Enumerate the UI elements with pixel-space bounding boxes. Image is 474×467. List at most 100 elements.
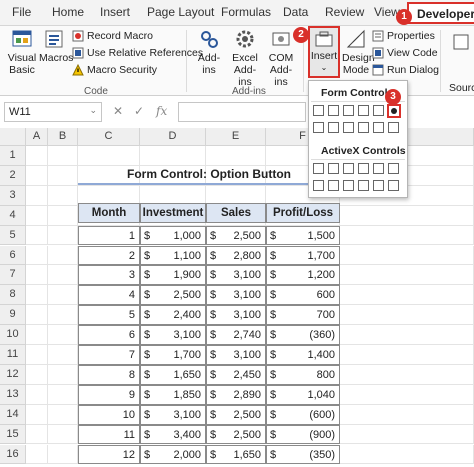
row-header[interactable]: 10 — [0, 325, 26, 345]
grid-cell[interactable] — [340, 325, 474, 345]
grid-cell[interactable] — [26, 265, 48, 286]
button-control-icon[interactable] — [313, 105, 324, 116]
grid-cell[interactable] — [140, 146, 206, 166]
command-button-control-icon[interactable] — [313, 163, 324, 174]
name-box[interactable]: W11 ⌄ — [4, 102, 102, 122]
grid-cell[interactable] — [48, 305, 78, 326]
grid-cell[interactable] — [340, 265, 474, 286]
grid-cell[interactable] — [48, 364, 78, 385]
grid-cell[interactable] — [48, 205, 78, 226]
column-header-d[interactable]: D — [140, 128, 206, 146]
label-control-icon[interactable] — [328, 122, 339, 133]
column-header-a[interactable]: A — [26, 128, 48, 146]
row-header[interactable]: 3 — [0, 185, 26, 206]
cell-investment[interactable]: $2,400 — [140, 305, 206, 326]
grid-cell[interactable] — [48, 245, 78, 266]
grid-cell[interactable] — [340, 225, 474, 246]
grid-cell[interactable] — [78, 146, 140, 166]
cell-month[interactable]: 11 — [78, 424, 140, 445]
cell-investment[interactable]: $3,100 — [140, 404, 206, 425]
cell-investment[interactable]: $1,650 — [140, 364, 206, 385]
grid-cell[interactable] — [26, 205, 48, 226]
grid-cell[interactable] — [48, 146, 78, 166]
addins-button[interactable]: Add-ins — [194, 28, 224, 76]
cell-month[interactable]: 10 — [78, 404, 140, 425]
grid-cell[interactable] — [26, 305, 48, 326]
grid-cell[interactable] — [340, 285, 474, 306]
row-header[interactable]: 15 — [0, 424, 26, 445]
grid-cell[interactable] — [26, 404, 48, 425]
combo-dropdown-control-icon[interactable] — [388, 122, 399, 133]
cell-month[interactable]: 9 — [78, 384, 140, 405]
checkbox-control-icon[interactable] — [343, 105, 354, 116]
list-box-control-icon[interactable] — [358, 163, 369, 174]
grid-cell[interactable] — [340, 424, 474, 445]
cell-sales[interactable]: $3,100 — [206, 285, 266, 306]
insert-controls-button[interactable]: Insert ⌄ — [308, 26, 340, 78]
tab-developer[interactable]: Developer — [407, 2, 474, 24]
cancel-icon[interactable]: ✕ — [113, 104, 123, 118]
row-header[interactable]: 9 — [0, 305, 26, 326]
cell-investment[interactable]: $1,000 — [140, 225, 206, 246]
grid-cell[interactable] — [340, 305, 474, 326]
relative-references-button[interactable]: Use Relative References — [72, 47, 203, 59]
cell-investment[interactable]: $1,700 — [140, 345, 206, 365]
grid-cell[interactable] — [26, 345, 48, 365]
grid-cell[interactable] — [340, 245, 474, 266]
row-header[interactable]: 14 — [0, 404, 26, 425]
text-box-control-icon[interactable] — [373, 163, 384, 174]
row-header[interactable]: 5 — [0, 225, 26, 246]
grid-cell[interactable] — [26, 225, 48, 246]
cell-investment[interactable]: $2,500 — [140, 285, 206, 306]
cell-investment[interactable]: $1,900 — [140, 265, 206, 286]
grid-cell[interactable] — [26, 444, 48, 465]
grid-cell[interactable] — [340, 404, 474, 425]
grid-cell[interactable] — [48, 165, 78, 186]
grid-cell[interactable] — [26, 285, 48, 306]
grid-cell[interactable] — [48, 404, 78, 425]
grid-cell[interactable] — [340, 444, 474, 465]
cell-profit-loss[interactable]: $1,500 — [266, 225, 340, 246]
grid-cell[interactable] — [26, 325, 48, 345]
grid-cell[interactable] — [340, 205, 474, 226]
cell-month[interactable]: 2 — [78, 245, 140, 266]
grid-cell[interactable] — [26, 424, 48, 445]
cell-month[interactable]: 4 — [78, 285, 140, 306]
row-header[interactable]: 2 — [0, 165, 26, 186]
cell-month[interactable]: 1 — [78, 225, 140, 246]
tab-formulas[interactable]: Formulas — [221, 5, 271, 19]
tab-file[interactable]: File — [12, 5, 31, 19]
row-header[interactable]: 8 — [0, 285, 26, 306]
chevron-down-icon[interactable]: ⌄ — [89, 105, 97, 116]
macro-security-button[interactable]: Macro Security — [72, 64, 157, 76]
cell-sales[interactable]: $2,500 — [206, 225, 266, 246]
scroll-bar-control-icon[interactable] — [388, 163, 399, 174]
combo-box-control-icon[interactable] — [328, 163, 339, 174]
option-button-control-icon[interactable] — [328, 180, 339, 191]
cell-sales[interactable]: $2,800 — [206, 245, 266, 266]
label-control-icon[interactable] — [343, 180, 354, 191]
option-button-control-icon[interactable] — [387, 104, 401, 118]
tab-review[interactable]: Review — [325, 5, 364, 19]
row-header[interactable]: 7 — [0, 265, 26, 286]
column-header-b[interactable]: B — [48, 128, 78, 146]
row-header[interactable]: 16 — [0, 444, 26, 465]
grid-cell[interactable] — [48, 325, 78, 345]
macros-button[interactable]: Macros — [39, 28, 73, 64]
cell-month[interactable]: 12 — [78, 444, 140, 465]
cell-sales[interactable]: $3,100 — [206, 345, 266, 365]
cell-sales[interactable]: $2,500 — [206, 424, 266, 445]
design-mode-button[interactable]: Design Mode — [342, 28, 375, 76]
grid-cell[interactable] — [48, 424, 78, 445]
cell-month[interactable]: 3 — [78, 265, 140, 286]
grid-cell[interactable] — [26, 185, 48, 206]
view-code-button[interactable]: View Code — [372, 47, 438, 59]
tab-home[interactable]: Home — [52, 5, 84, 19]
cell-sales[interactable]: $2,740 — [206, 325, 266, 345]
grid-cell[interactable] — [340, 345, 474, 365]
grid-cell[interactable] — [26, 384, 48, 405]
toggle-button-control-icon[interactable] — [313, 180, 324, 191]
record-macro-button[interactable]: Record Macro — [72, 30, 153, 42]
cell-month[interactable]: 7 — [78, 345, 140, 365]
cell-investment[interactable]: $2,000 — [140, 444, 206, 465]
